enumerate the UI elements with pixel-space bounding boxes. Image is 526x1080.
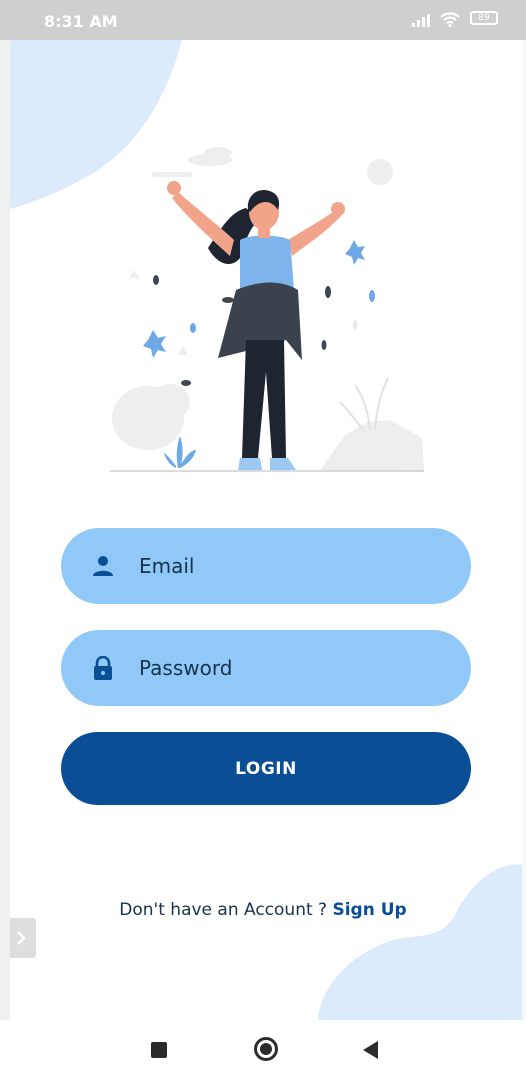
back-triangle-icon[interactable] <box>363 1041 378 1059</box>
email-field[interactable]: Email <box>61 528 471 604</box>
signup-prompt: Don't have an Account ? <box>119 900 328 920</box>
signup-row: Don't have an Account ? Sign Up <box>0 900 526 920</box>
woman-celebrating-illustration <box>110 147 424 472</box>
screen-edge-left <box>0 40 10 1020</box>
chevron-right-icon <box>17 931 26 945</box>
lock-icon <box>94 656 112 680</box>
status-bar: 8:31 AM 89 <box>0 0 526 40</box>
password-placeholder: Password <box>139 656 233 680</box>
person-icon <box>93 556 113 576</box>
navigation-bar <box>0 1020 526 1080</box>
side-drawer-handle[interactable] <box>10 918 36 958</box>
wifi-icon <box>440 12 460 27</box>
status-time: 8:31 AM <box>44 12 118 31</box>
decorative-blob-bottom <box>318 864 526 1020</box>
screen-edge-right <box>522 40 526 1020</box>
signup-link[interactable]: Sign Up <box>332 900 406 920</box>
login-screen: 8:31 AM 89 Email Password LOGIN Don't ha… <box>0 0 526 1080</box>
battery-icon: 89 <box>470 11 498 25</box>
signal-icon <box>412 14 430 27</box>
login-button-label: LOGIN <box>235 758 297 779</box>
recents-square-icon[interactable] <box>151 1042 167 1058</box>
password-field[interactable]: Password <box>61 630 471 706</box>
home-circle-icon[interactable] <box>254 1037 278 1061</box>
login-button[interactable]: LOGIN <box>61 732 471 805</box>
email-placeholder: Email <box>139 554 195 578</box>
